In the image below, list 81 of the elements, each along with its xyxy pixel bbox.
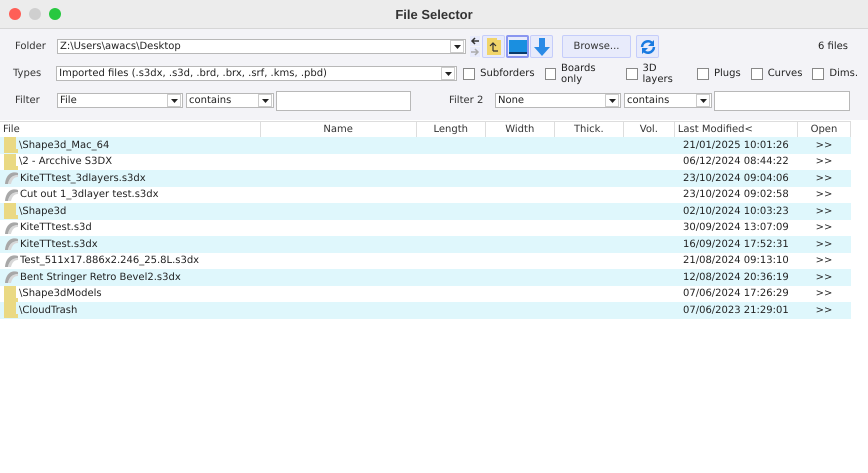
checkbox[interactable] (544, 68, 556, 80)
column-header[interactable]: Thick. (554, 122, 624, 137)
dropdown-caret-icon (444, 72, 452, 76)
modified-date: 21/08/2024 09:13:10 (682, 255, 789, 266)
file-name[interactable]: KiteTTtest.s3d (20, 222, 92, 234)
parent-folder-button[interactable] (482, 35, 505, 58)
board-icon (4, 220, 19, 235)
checkbox-label: Dims. (829, 68, 858, 79)
modified-date: 23/10/2024 09:02:58 (682, 189, 789, 200)
dropdown-caret-icon (454, 44, 460, 48)
file-name[interactable]: \Shape3d (19, 206, 66, 217)
modified-date: 07/06/2023 21:29:01 (682, 304, 789, 316)
folder-icon (4, 302, 18, 318)
folder-icon (4, 203, 18, 220)
file-name[interactable]: Cut out 1_3dlayer test.s3dx (20, 189, 159, 200)
board-icon (4, 254, 19, 268)
file-count: 6 files (818, 41, 848, 52)
checkbox-label: 3D layers (642, 62, 674, 84)
folder-icon (4, 137, 18, 154)
modified-date: 02/10/2024 10:03:23 (682, 206, 789, 217)
checkbox-label: Boards only (560, 62, 597, 84)
file-name[interactable]: \Shape3dModels (19, 288, 102, 300)
checkbox[interactable] (812, 68, 824, 80)
dropdown-caret-icon (700, 98, 706, 102)
board-icon (4, 270, 19, 284)
modified-date: 23/10/2024 09:04:06 (682, 172, 789, 184)
board-icon (4, 171, 19, 186)
folder-path-field[interactable]: Z:\Users\awacs\Desktop (57, 39, 466, 54)
checkbox-label: Subforders (480, 68, 535, 79)
filter-input-field[interactable] (276, 90, 411, 110)
file-name[interactable]: \2 - Arcchive S3DX (19, 156, 112, 168)
column-header[interactable]: Length (416, 122, 486, 137)
checkbox[interactable] (750, 68, 763, 80)
refresh-button[interactable] (636, 35, 659, 58)
checkbox[interactable] (463, 68, 476, 80)
dropdown-caret-icon (170, 98, 178, 102)
open-link[interactable]: >> (816, 255, 832, 266)
window-title: File Selector (395, 6, 473, 22)
board-icon (4, 188, 19, 202)
desktop-button[interactable] (506, 35, 529, 58)
board-icon (4, 237, 19, 252)
file-name[interactable]: \CloudTrash (19, 304, 78, 316)
zoom-button[interactable] (49, 8, 61, 20)
open-link[interactable]: >> (816, 189, 832, 200)
file-types-dropdown[interactable]: Imported files (.s3dx, .s3d, .brd, .brx, .srf, .kms, .pbd) (56, 66, 458, 81)
checkbox[interactable] (626, 68, 638, 80)
filter-input-field[interactable] (714, 90, 850, 110)
dropdown-caret-icon (608, 98, 616, 102)
column-header[interactable]: Name (260, 122, 416, 137)
filter-operator-dropdown[interactable]: contains (624, 93, 712, 108)
column-header[interactable]: Open (797, 122, 850, 137)
checkbox-label: Curves (768, 68, 802, 79)
filter-label: Filter 2 (449, 95, 484, 106)
column-header[interactable]: Vol. (623, 122, 674, 137)
modified-date: 06/12/2024 08:44:22 (682, 156, 789, 168)
filter-field-dropdown[interactable]: File (57, 93, 183, 108)
column-header[interactable]: Last Modified< (674, 122, 798, 137)
folder-icon (4, 286, 18, 302)
open-link[interactable]: >> (816, 156, 832, 168)
checkbox-label: Plugs (714, 68, 741, 79)
filter-operator-dropdown[interactable]: contains (186, 93, 274, 108)
filter-label: Filter (14, 95, 41, 106)
types-label: Types (12, 68, 42, 79)
folder-label: Folder (14, 41, 47, 52)
browse-button[interactable]: Browse... (562, 35, 631, 58)
back-arrow-icon[interactable] (470, 36, 480, 46)
folder-icon (4, 154, 18, 170)
modified-date: 12/08/2024 20:36:19 (682, 272, 789, 283)
column-header[interactable]: Width (485, 122, 554, 137)
file-name[interactable]: Test_511x17.886x2.246_25.8L.s3dx (20, 255, 200, 266)
filter-field-dropdown[interactable]: None (495, 93, 621, 108)
checkbox[interactable] (696, 68, 709, 80)
modified-date: 30/09/2024 13:07:09 (682, 222, 789, 234)
column-header[interactable]: File (0, 122, 260, 137)
modified-date: 07/06/2024 17:26:29 (682, 288, 789, 300)
dropdown-caret-icon (262, 98, 268, 102)
open-link[interactable]: >> (816, 222, 832, 234)
modified-date: 21/01/2025 10:01:26 (682, 140, 789, 151)
open-link[interactable]: >> (816, 288, 832, 300)
modified-date: 16/09/2024 17:52:31 (682, 238, 789, 250)
close-button[interactable] (9, 8, 21, 20)
